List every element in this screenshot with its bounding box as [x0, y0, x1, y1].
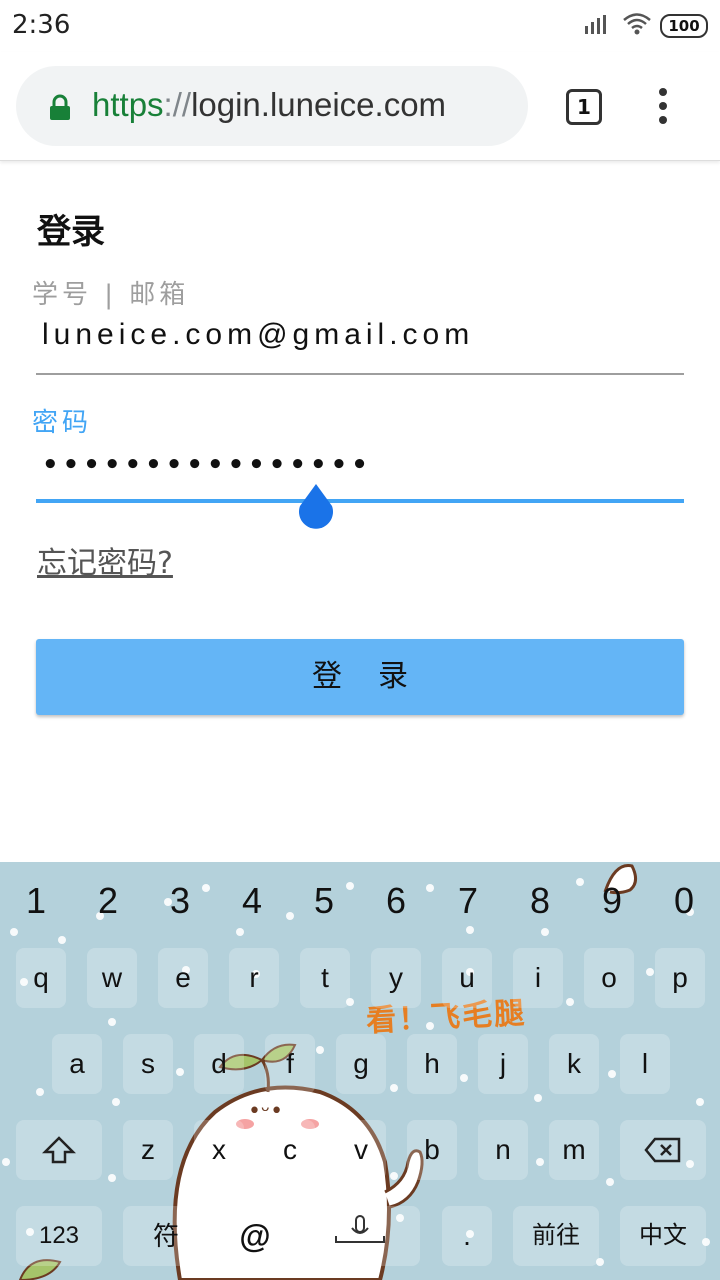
text-cursor-handle[interactable]	[296, 482, 336, 532]
username-field[interactable]: luneice.com@gmail.com	[42, 318, 682, 352]
key-h[interactable]: h	[407, 1034, 457, 1094]
browser-toolbar: https://login.luneice.com 1	[0, 52, 720, 161]
key-v[interactable]: v	[336, 1120, 386, 1180]
url-host: login.luneice.com	[191, 86, 447, 123]
key-z[interactable]: z	[123, 1120, 173, 1180]
key-s[interactable]: s	[123, 1034, 173, 1094]
key-e[interactable]: e	[158, 948, 208, 1008]
key-a[interactable]: a	[52, 1034, 102, 1094]
symbol-key[interactable]: 符	[123, 1206, 209, 1266]
key-3[interactable]: 3	[144, 876, 216, 926]
tab-switcher-button[interactable]: 1	[566, 89, 602, 125]
key-f[interactable]: f	[265, 1034, 315, 1094]
key-o[interactable]: o	[584, 948, 634, 1008]
shift-icon	[41, 1136, 77, 1164]
soft-keyboard: •ᵕ• 看！飞毛腿 1 2 3 4 5 6 7 8 9 0 q w e r t …	[0, 862, 720, 1280]
signal-icon	[585, 15, 606, 34]
clock: 2:36	[12, 10, 71, 40]
key-t[interactable]: t	[300, 948, 350, 1008]
status-bar: 2:36 100	[0, 0, 720, 52]
key-n[interactable]: n	[478, 1120, 528, 1180]
key-w[interactable]: w	[87, 948, 137, 1008]
key-q[interactable]: q	[16, 948, 66, 1008]
key-g[interactable]: g	[336, 1034, 386, 1094]
battery-indicator: 100	[660, 14, 708, 38]
key-x[interactable]: x	[194, 1120, 244, 1180]
page-title: 登录	[37, 212, 105, 252]
url-separator: ://	[163, 86, 192, 123]
backspace-icon	[644, 1137, 681, 1163]
go-key[interactable]: 前往	[513, 1206, 599, 1266]
forgot-password-link[interactable]: 忘记密码?	[37, 538, 173, 582]
number-mode-key[interactable]: 123	[16, 1206, 102, 1266]
lock-icon	[50, 94, 70, 120]
key-2[interactable]: 2	[72, 876, 144, 926]
username-underline	[36, 373, 684, 375]
key-5[interactable]: 5	[288, 876, 360, 926]
key-9[interactable]: 9	[576, 876, 648, 926]
key-r[interactable]: r	[229, 948, 279, 1008]
key-1[interactable]: 1	[0, 876, 72, 926]
key-7[interactable]: 7	[432, 876, 504, 926]
key-4[interactable]: 4	[216, 876, 288, 926]
microphone-icon	[335, 1215, 385, 1243]
key-d[interactable]: d	[194, 1034, 244, 1094]
key-c[interactable]: c	[265, 1120, 315, 1180]
password-field[interactable]: ••••••••••••••••	[42, 450, 682, 480]
backspace-key[interactable]	[620, 1120, 706, 1180]
login-button[interactable]: 登录	[36, 639, 684, 715]
key-i[interactable]: i	[513, 948, 563, 1008]
at-key[interactable]: @	[230, 1206, 280, 1266]
space-key[interactable]	[300, 1206, 420, 1266]
url-text: https://login.luneice.com	[92, 86, 446, 124]
key-8[interactable]: 8	[504, 876, 576, 926]
more-menu-icon[interactable]	[656, 88, 670, 128]
password-label: 密码	[32, 408, 93, 438]
key-b[interactable]: b	[407, 1120, 457, 1180]
key-0[interactable]: 0	[648, 876, 720, 926]
url-scheme: https	[92, 86, 164, 123]
key-6[interactable]: 6	[360, 876, 432, 926]
key-l[interactable]: l	[620, 1034, 670, 1094]
key-j[interactable]: j	[478, 1034, 528, 1094]
key-m[interactable]: m	[549, 1120, 599, 1180]
username-label: 学号 | 邮箱	[32, 280, 190, 310]
key-k[interactable]: k	[549, 1034, 599, 1094]
key-p[interactable]: p	[655, 948, 705, 1008]
password-underline	[36, 499, 684, 503]
wifi-icon	[623, 13, 651, 35]
address-bar[interactable]: https://login.luneice.com	[16, 66, 528, 146]
key-u[interactable]: u	[442, 948, 492, 1008]
shift-key[interactable]	[16, 1120, 102, 1180]
key-y[interactable]: y	[371, 948, 421, 1008]
language-switch-key[interactable]: 中文	[620, 1206, 706, 1266]
period-key[interactable]: .	[442, 1206, 492, 1266]
